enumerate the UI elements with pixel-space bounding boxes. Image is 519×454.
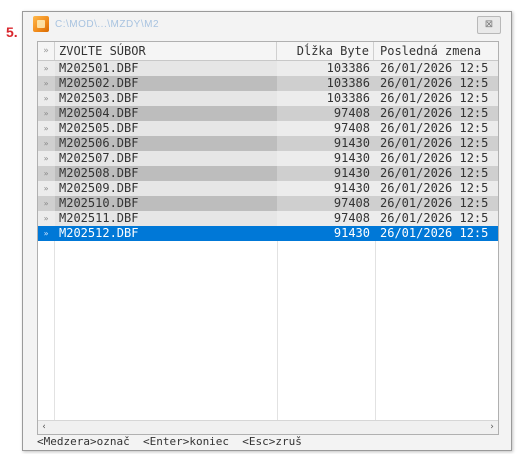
window-title: C:\MOD\...\MZDY\M2	[55, 19, 159, 30]
row-marker-icon: »	[43, 169, 49, 178]
file-row[interactable]: » M202509.DBF 91430 26/01/2026 12:5	[38, 181, 498, 196]
file-size: 91430	[333, 166, 370, 180]
file-table: » ZVOĽTE SÚBOR Dĺžka Byte Posledná zmena…	[37, 41, 499, 435]
row-marker-icon: »	[43, 109, 49, 118]
file-modified-date: 26/01/2026 12:5	[380, 166, 489, 180]
scroll-left-icon[interactable]: ‹	[38, 421, 50, 434]
file-select-dialog: C:\MOD\...\MZDY\M2 ⊠ » ZVOĽTE SÚBOR Dĺžk…	[22, 11, 512, 451]
file-name: M202508.DBF	[55, 166, 277, 181]
file-name: M202509.DBF	[55, 181, 277, 196]
key-hints: <Medzera>označ <Enter>koniec <Esc>zruš	[37, 435, 302, 448]
close-button[interactable]: ⊠	[477, 16, 501, 34]
file-modified-date: 26/01/2026 12:5	[380, 181, 489, 195]
file-size: 103386	[326, 91, 370, 105]
file-modified-date: 26/01/2026 12:5	[380, 121, 489, 135]
file-row[interactable]: » M202503.DBF 103386 26/01/2026 12:5	[38, 91, 498, 106]
mark-column-header: »	[38, 42, 55, 60]
row-marker-icon: »	[43, 199, 49, 208]
file-modified-date: 26/01/2026 12:5	[380, 106, 489, 120]
file-size: 91430	[333, 181, 370, 195]
file-name: M202501.DBF	[55, 61, 277, 76]
file-name: M202503.DBF	[55, 91, 277, 106]
file-row[interactable]: » M202507.DBF 91430 26/01/2026 12:5	[38, 151, 498, 166]
file-row[interactable]: » M202501.DBF 103386 26/01/2026 12:5	[38, 61, 498, 76]
file-row[interactable]: » M202506.DBF 91430 26/01/2026 12:5	[38, 136, 498, 151]
file-size: 91430	[333, 226, 370, 240]
file-row[interactable]: » M202512.DBF 91430 26/01/2026 12:5	[38, 226, 498, 241]
file-size: 91430	[333, 151, 370, 165]
row-marker-icon: »	[43, 79, 49, 88]
row-marker-icon: »	[43, 154, 49, 163]
row-marker-icon: »	[43, 124, 49, 133]
row-marker-icon: »	[43, 214, 49, 223]
file-modified-date: 26/01/2026 12:5	[380, 76, 489, 90]
app-icon	[33, 16, 49, 32]
file-size: 97408	[333, 211, 370, 225]
scroll-right-icon[interactable]: ›	[486, 421, 498, 434]
file-modified-date: 26/01/2026 12:5	[380, 136, 489, 150]
file-name: M202512.DBF	[55, 226, 277, 241]
size-column-header[interactable]: Dĺžka Byte	[278, 42, 374, 60]
file-name: M202505.DBF	[55, 121, 277, 136]
file-modified-date: 26/01/2026 12:5	[380, 211, 489, 225]
file-name: M202507.DBF	[55, 151, 277, 166]
file-name: M202504.DBF	[55, 106, 277, 121]
file-name: M202511.DBF	[55, 211, 277, 226]
date-column-header[interactable]: Posledná zmena	[376, 42, 498, 60]
file-modified-date: 26/01/2026 12:5	[380, 226, 489, 240]
name-column-header[interactable]: ZVOĽTE SÚBOR	[55, 42, 277, 60]
file-name: M202502.DBF	[55, 76, 277, 91]
file-modified-date: 26/01/2026 12:5	[380, 61, 489, 75]
file-size: 103386	[326, 76, 370, 90]
file-name: M202506.DBF	[55, 136, 277, 151]
file-size: 97408	[333, 106, 370, 120]
file-size: 91430	[333, 136, 370, 150]
row-marker-icon: »	[43, 229, 49, 238]
file-row[interactable]: » M202508.DBF 91430 26/01/2026 12:5	[38, 166, 498, 181]
file-size: 97408	[333, 121, 370, 135]
file-modified-date: 26/01/2026 12:5	[380, 151, 489, 165]
file-row[interactable]: » M202510.DBF 97408 26/01/2026 12:5	[38, 196, 498, 211]
file-row[interactable]: » M202502.DBF 103386 26/01/2026 12:5	[38, 76, 498, 91]
horizontal-scrollbar[interactable]: ‹ ›	[38, 420, 498, 434]
row-marker-icon: »	[43, 184, 49, 193]
row-marker-icon: »	[43, 94, 49, 103]
step-number: 5.	[6, 24, 18, 40]
file-row[interactable]: » M202505.DBF 97408 26/01/2026 12:5	[38, 121, 498, 136]
row-marker-icon: »	[43, 139, 49, 148]
file-modified-date: 26/01/2026 12:5	[380, 196, 489, 210]
file-row[interactable]: » M202504.DBF 97408 26/01/2026 12:5	[38, 106, 498, 121]
file-name: M202510.DBF	[55, 196, 277, 211]
file-row[interactable]: » M202511.DBF 97408 26/01/2026 12:5	[38, 211, 498, 226]
row-marker-icon: »	[43, 64, 49, 73]
table-header: » ZVOĽTE SÚBOR Dĺžka Byte Posledná zmena	[38, 42, 498, 61]
file-size: 103386	[326, 61, 370, 75]
file-modified-date: 26/01/2026 12:5	[380, 91, 489, 105]
title-bar: C:\MOD\...\MZDY\M2 ⊠	[23, 12, 511, 40]
file-size: 97408	[333, 196, 370, 210]
